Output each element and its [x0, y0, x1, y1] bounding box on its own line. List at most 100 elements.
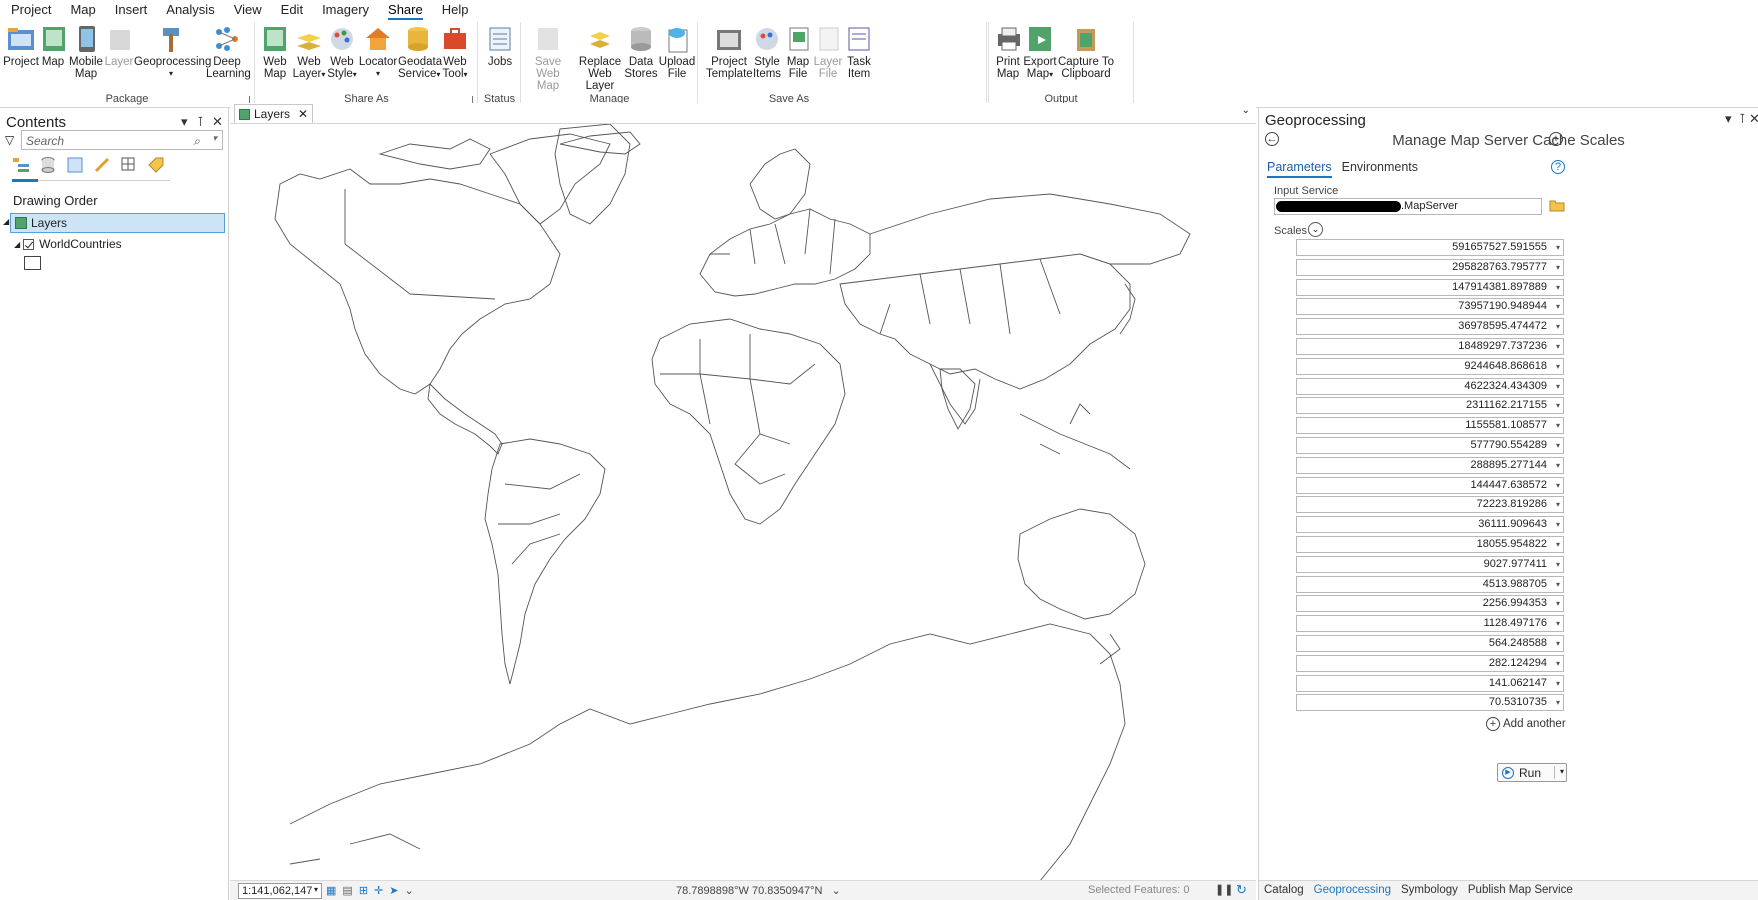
chevron-down-icon[interactable]: ▾ [1556, 636, 1560, 651]
input-service-field[interactable]: .MapServer [1274, 198, 1542, 215]
web-style-button[interactable]: Web Style▾ [326, 24, 358, 81]
chevron-down-icon[interactable]: ▾ [1556, 596, 1560, 611]
close-icon[interactable]: ✕ [298, 107, 308, 121]
chevron-down-icon[interactable]: ▾ [1556, 260, 1560, 275]
drawing-order-icon[interactable] [12, 156, 30, 174]
scale-value-field[interactable]: 282.124294 ▾ [1296, 654, 1564, 672]
scale-value-field[interactable]: 144447.638572 ▾ [1296, 476, 1564, 494]
scale-value-field[interactable]: 9027.977411 ▾ [1296, 555, 1564, 573]
chevron-down-icon[interactable]: ⌄ [1308, 222, 1323, 237]
locator-button[interactable]: Locator ▾ [358, 24, 398, 80]
scale-value-field[interactable]: 72223.819286 ▾ [1296, 496, 1564, 514]
layer-visibility-checkbox[interactable] [23, 238, 35, 250]
filter-icon[interactable]: ▽ [5, 133, 14, 147]
tab-symbology[interactable]: Symbology [1396, 881, 1463, 900]
chevron-down-icon[interactable]: ▾ [1556, 379, 1560, 394]
search-icon[interactable]: ⌕ [193, 134, 200, 149]
tab-edit[interactable]: Edit [276, 0, 317, 20]
snapping-icon[interactable] [120, 156, 138, 174]
deep-learning-package-button[interactable]: Deep Learning [206, 24, 251, 80]
save-web-map-button[interactable]: Save Web Map [524, 24, 572, 92]
data-source-icon[interactable] [39, 156, 57, 174]
export-map-button[interactable]: Export Map▾ [1023, 24, 1057, 81]
scale-value-field[interactable]: 18055.954822 ▾ [1296, 535, 1564, 553]
scale-value-field[interactable]: 36111.909643 ▾ [1296, 516, 1564, 534]
tab-geoprocessing[interactable]: Geoprocessing [1309, 881, 1396, 900]
layer-symbol[interactable] [24, 256, 41, 270]
scale-value-field[interactable]: 147914381.897889 ▾ [1296, 278, 1564, 296]
upload-file-button[interactable]: Upload File [658, 24, 696, 80]
pin-icon[interactable]: ⊺ [197, 114, 204, 130]
chevron-down-icon[interactable]: ▾ [1556, 577, 1560, 592]
chevron-down-icon[interactable]: ▾ [1556, 280, 1560, 295]
scale-value-field[interactable]: 9244648.868618 ▾ [1296, 357, 1564, 375]
tab-help[interactable]: Help [437, 0, 483, 20]
map-canvas[interactable] [230, 123, 1256, 880]
jobs-button[interactable]: Jobs [483, 24, 517, 68]
refresh-icon[interactable]: ↻ [1236, 882, 1247, 898]
layer-file-button[interactable]: Layer File [813, 24, 843, 80]
chevron-down-icon[interactable]: ▾ [1556, 339, 1560, 354]
crosshair-icon[interactable]: ✛ [374, 884, 383, 897]
chevron-down-icon[interactable]: ▾ [1556, 359, 1560, 374]
map-file-button[interactable]: Map File [783, 24, 813, 80]
tab-parameters[interactable]: Parameters [1267, 160, 1332, 178]
selection-icon[interactable] [66, 156, 84, 174]
chevron-down-icon[interactable]: ⌄ [1242, 105, 1250, 116]
scale-value-field[interactable]: 18489297.737236 ▾ [1296, 337, 1564, 355]
chevron-down-icon[interactable]: ▾ [1556, 240, 1560, 255]
web-tool-button[interactable]: Web Tool▾ [438, 24, 472, 81]
scale-value-field[interactable]: 2311162.217155 ▾ [1296, 397, 1564, 415]
scale-value-field[interactable]: 577790.554289 ▾ [1296, 436, 1564, 454]
scale-value-field[interactable]: 4622324.434309 ▾ [1296, 377, 1564, 395]
print-map-button[interactable]: Print Map [993, 24, 1023, 80]
web-map-button[interactable]: Web Map [258, 24, 292, 80]
tab-layers-map[interactable]: Layers ✕ [234, 104, 314, 123]
table-icon[interactable]: ▤ [342, 884, 352, 897]
scale-value-field[interactable]: 295828763.795777 ▾ [1296, 258, 1564, 276]
navigate-icon[interactable]: ➤ [389, 884, 398, 897]
chevron-down-icon[interactable]: ▾ [1556, 438, 1560, 453]
layer-package-button[interactable]: Layer [104, 24, 134, 68]
snapping-icon[interactable]: ⊞ [359, 884, 368, 897]
chevron-down-icon[interactable]: ⌄ [404, 884, 413, 897]
tab-analysis[interactable]: Analysis [161, 0, 228, 20]
chevron-down-icon[interactable]: ▾ [1556, 299, 1560, 314]
style-items-button[interactable]: Style Items [751, 24, 783, 80]
chevron-down-icon[interactable]: ▾ [1556, 695, 1560, 710]
capture-clipboard-button[interactable]: Capture To Clipboard [1057, 24, 1115, 80]
run-button[interactable]: ▶ Run ▾ [1497, 763, 1567, 782]
chevron-down-icon[interactable]: ▾ [1556, 497, 1560, 512]
task-item-button[interactable]: Task Item [843, 24, 875, 80]
close-icon[interactable]: ✕ [212, 114, 223, 130]
editing-icon[interactable] [93, 156, 111, 174]
pin-icon[interactable]: ⊺ [1739, 111, 1746, 127]
map-package-button[interactable]: Map [38, 24, 68, 68]
chevron-down-icon[interactable]: ▾ [1556, 418, 1560, 433]
scale-value-field[interactable]: 564.248588 ▾ [1296, 634, 1564, 652]
labeling-icon[interactable] [147, 156, 165, 174]
chevron-down-icon[interactable]: ⌄ [831, 885, 840, 897]
scale-value-field[interactable]: 4513.988705 ▾ [1296, 575, 1564, 593]
help-icon[interactable]: ? [1551, 160, 1565, 174]
chevron-down-icon[interactable]: ▾ [314, 885, 318, 894]
tab-catalog[interactable]: Catalog [1259, 881, 1309, 900]
geoprocessing-package-button[interactable]: Geoprocessing ▾ [134, 24, 211, 80]
add-icon[interactable]: + [1549, 132, 1563, 146]
project-package-button[interactable]: Project [2, 24, 40, 68]
data-stores-button[interactable]: Data Stores [624, 24, 658, 80]
scale-value-field[interactable]: 1155581.108577 ▾ [1296, 417, 1564, 435]
scale-value-field[interactable]: 288895.277144 ▾ [1296, 456, 1564, 474]
contents-search-input[interactable]: Search ⌕ ▾ [21, 130, 223, 150]
chevron-down-icon[interactable]: ▾ [1556, 616, 1560, 631]
chevron-down-icon[interactable]: ▾ [212, 133, 217, 144]
scale-value-field[interactable]: 73957190.948944 ▾ [1296, 298, 1564, 316]
scale-value-field[interactable]: 70.5310735 ▾ [1296, 694, 1564, 712]
geodata-service-button[interactable]: Geodata Service▾ [398, 24, 442, 81]
scale-value-field[interactable]: 591657527.591555 ▾ [1296, 239, 1564, 256]
chevron-down-icon[interactable]: ▾ [181, 114, 188, 130]
chevron-down-icon[interactable]: ▾ [1556, 458, 1560, 473]
web-layer-button[interactable]: Web Layer▾ [292, 24, 326, 81]
scale-value-field[interactable]: 141.062147 ▾ [1296, 674, 1564, 692]
tab-project[interactable]: Project [6, 0, 65, 20]
